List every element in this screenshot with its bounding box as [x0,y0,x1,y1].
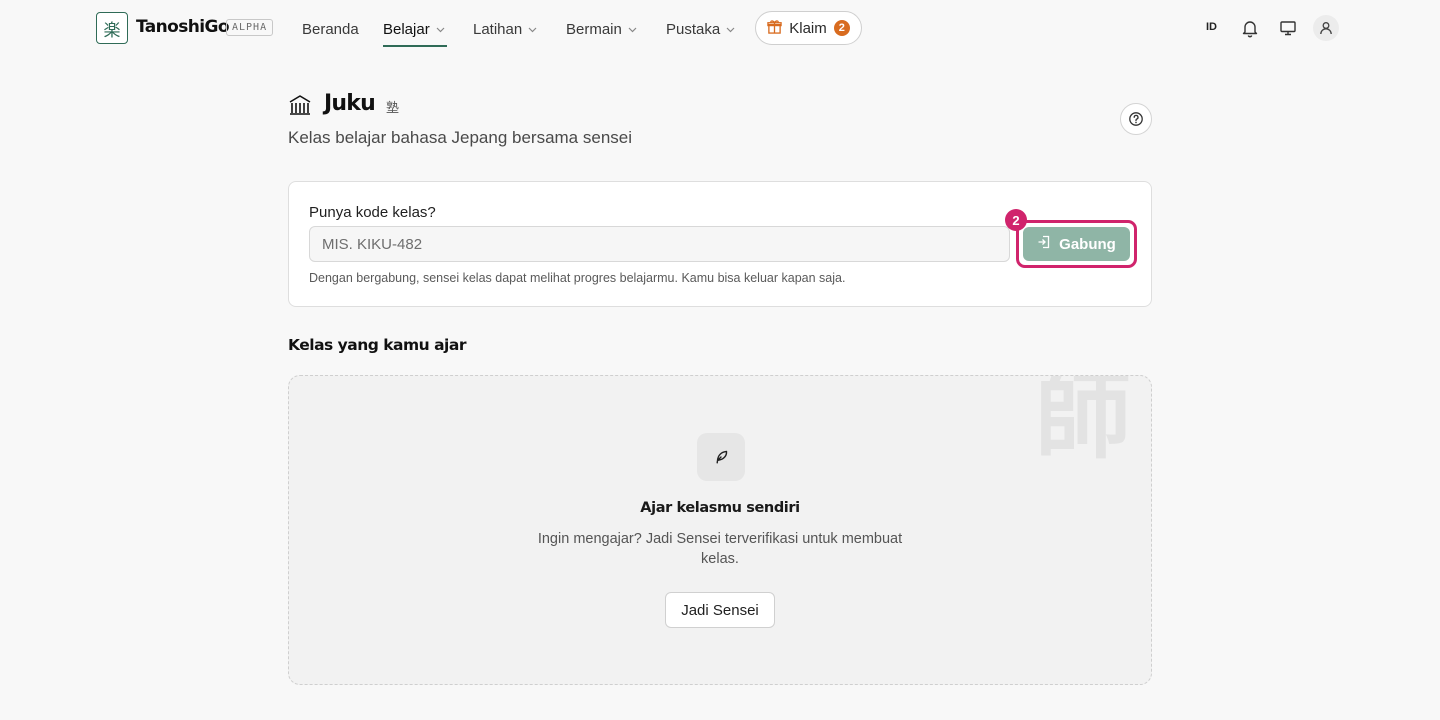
gift-icon [767,19,782,37]
nav-item-bermain[interactable]: Bermain [566,18,637,40]
nav-item-label: Belajar [383,20,430,38]
class-code-input[interactable] [309,226,1010,262]
school-building-icon [288,93,312,117]
empty-state-title: Ajar kelasmu sendiri [640,500,800,516]
join-button-label: Gabung [1059,235,1116,253]
language-switcher[interactable]: ID [1206,21,1217,33]
join-class-card: Punya kode kelas? Dengan bergabung, sens… [288,181,1152,307]
claim-button[interactable]: Klaim 2 [755,11,862,45]
logo-icon[interactable]: 楽 [96,12,128,44]
chevron-down-icon [726,25,735,35]
page-subtitle: Kelas belajar bahasa Jepang bersama sens… [288,128,633,147]
claim-label: Klaim [789,19,827,37]
chevron-down-icon [628,25,637,35]
nav-item-label: Pustaka [666,20,721,38]
nav-item-beranda[interactable]: Beranda [302,18,359,40]
nav-item-pustaka[interactable]: Pustaka [666,18,735,40]
nav-item-latihan[interactable]: Latihan [473,18,537,40]
page-title: Juku [324,91,376,116]
chevron-down-icon [436,25,445,35]
nav-item-belajar[interactable]: Belajar [383,18,445,40]
nav-item-label: Beranda [302,20,359,38]
join-hint-text: Dengan bergabung, sensei kelas dapat mel… [309,271,846,285]
bell-icon[interactable] [1238,16,1262,40]
become-sensei-button[interactable]: Jadi Sensei [665,592,775,628]
nav-item-label: Latihan [473,20,523,38]
page-title-kanji: 塾 [386,101,400,116]
question-circle-icon[interactable] [1120,103,1152,135]
teaching-empty-state: 師 Ajar kelasmu sendiri Ingin mengajar? J… [288,375,1152,685]
nav-item-label: Bermain [566,20,622,38]
claim-count-badge: 2 [833,20,850,36]
sign-in-icon [1037,235,1051,253]
active-tab-indicator [383,45,447,47]
monitor-icon[interactable] [1276,16,1300,40]
join-button[interactable]: Gabung [1023,227,1130,261]
user-icon[interactable] [1313,15,1339,41]
alpha-badge: ALPHA [226,19,274,36]
brand-name[interactable]: TanoshiGo [136,17,230,37]
teaching-section-title: Kelas yang kamu ajar [288,336,466,354]
chevron-down-icon [528,25,537,35]
step-number-badge: 2 [1005,209,1027,231]
top-navigation: 楽 TanoshiGo ALPHA Beranda Belajar Latiha… [0,0,1440,56]
class-code-label: Punya kode kelas? [309,204,436,221]
sensei-kanji-watermark: 師 [1035,375,1131,472]
empty-state-description: Ingin mengajar? Jadi Sensei terverifikas… [537,531,903,567]
feather-icon [697,433,745,481]
